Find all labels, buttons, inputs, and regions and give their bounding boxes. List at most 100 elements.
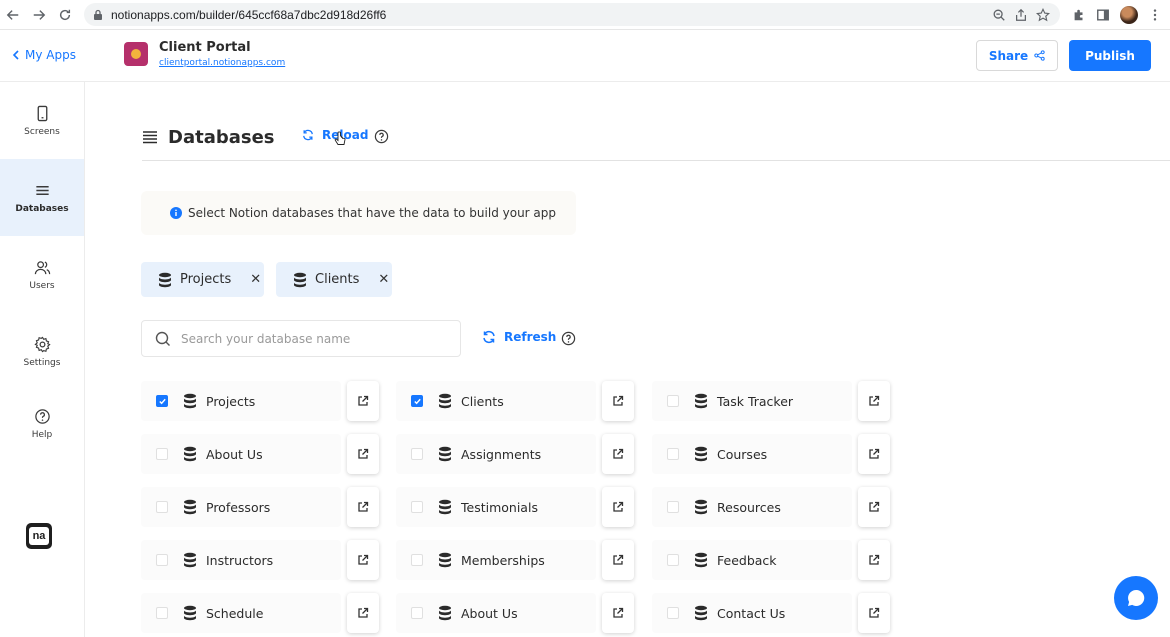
profile-avatar[interactable] — [1120, 6, 1138, 24]
database-item-body[interactable]: Memberships — [396, 540, 596, 580]
database-item[interactable]: About Us — [396, 593, 634, 633]
database-icon — [439, 605, 451, 621]
remove-chip-icon[interactable]: ✕ — [378, 272, 389, 287]
database-checkbox[interactable] — [156, 554, 168, 566]
open-database-button[interactable] — [858, 540, 890, 580]
database-item[interactable]: Testimonials — [396, 487, 634, 527]
page-title: Databases — [168, 126, 275, 148]
sidebar-item-settings[interactable]: Settings — [0, 313, 84, 390]
database-item-body[interactable]: Testimonials — [396, 487, 596, 527]
database-item-body[interactable]: Schedule — [141, 593, 341, 633]
remove-chip-icon[interactable]: ✕ — [250, 272, 261, 287]
sync-icon — [303, 129, 313, 141]
chevron-left-icon — [12, 50, 19, 60]
sidebar-item-databases[interactable]: Databases — [0, 159, 84, 236]
database-item[interactable]: Contact Us — [652, 593, 890, 633]
database-item[interactable]: Clients — [396, 381, 634, 421]
share-page-icon[interactable] — [1014, 8, 1028, 22]
database-item-body[interactable]: Task Tracker — [652, 381, 852, 421]
refresh-button[interactable]: Refresh — [482, 330, 556, 344]
database-checkbox[interactable] — [411, 554, 423, 566]
help-circle-icon[interactable] — [374, 129, 389, 144]
database-checkbox[interactable] — [667, 554, 679, 566]
database-item-body[interactable]: Contact Us — [652, 593, 852, 633]
menu-lines-icon — [143, 131, 157, 144]
open-database-button[interactable] — [347, 593, 379, 633]
database-checkbox[interactable] — [156, 501, 168, 513]
database-item-body[interactable]: Clients — [396, 381, 596, 421]
database-item-body[interactable]: About Us — [396, 593, 596, 633]
database-search-input[interactable] — [181, 331, 441, 346]
open-database-button[interactable] — [347, 381, 379, 421]
database-checkbox[interactable] — [667, 395, 679, 407]
publish-button[interactable]: Publish — [1069, 40, 1151, 71]
database-icon — [695, 446, 707, 462]
database-item-body[interactable]: Instructors — [141, 540, 341, 580]
database-checkbox[interactable] — [156, 395, 168, 407]
open-database-button[interactable] — [602, 540, 634, 580]
app-domain-link[interactable]: clientportal.notionapps.com — [159, 58, 285, 68]
database-item[interactable]: Projects — [141, 381, 379, 421]
database-checkbox[interactable] — [411, 448, 423, 460]
extensions-puzzle-icon[interactable] — [1072, 8, 1086, 22]
sidebar-item-help[interactable]: Help — [0, 385, 84, 462]
open-database-button[interactable] — [347, 487, 379, 527]
database-item[interactable]: Instructors — [141, 540, 379, 580]
database-name: About Us — [206, 446, 263, 462]
database-item-body[interactable]: Resources — [652, 487, 852, 527]
sidebar-item-screens[interactable]: Screens — [0, 82, 84, 159]
database-item[interactable]: Memberships — [396, 540, 634, 580]
open-database-button[interactable] — [858, 487, 890, 527]
open-database-button[interactable] — [602, 434, 634, 474]
bookmark-star-icon[interactable] — [1036, 7, 1050, 22]
open-database-button[interactable] — [347, 540, 379, 580]
open-database-button[interactable] — [858, 434, 890, 474]
database-item[interactable]: Assignments — [396, 434, 634, 474]
database-item-body[interactable]: Assignments — [396, 434, 596, 474]
my-apps-link[interactable]: My Apps — [12, 48, 76, 62]
database-checkbox[interactable] — [156, 607, 168, 619]
database-item-body[interactable]: Projects — [141, 381, 341, 421]
sidebar-item-label: Help — [31, 429, 53, 440]
database-checkbox[interactable] — [667, 607, 679, 619]
open-database-button[interactable] — [858, 381, 890, 421]
app-logo-icon — [124, 42, 148, 66]
open-database-button[interactable] — [602, 381, 634, 421]
database-item[interactable]: Courses — [652, 434, 890, 474]
help-circle-icon[interactable] — [561, 331, 576, 346]
database-item-body[interactable]: Courses — [652, 434, 852, 474]
database-checkbox[interactable] — [411, 607, 423, 619]
database-checkbox[interactable] — [667, 448, 679, 460]
sidebar-item-users[interactable]: Users — [0, 236, 84, 313]
reload-page-icon[interactable] — [52, 2, 78, 28]
database-checkbox[interactable] — [156, 448, 168, 460]
browser-menu-icon[interactable] — [1148, 8, 1162, 22]
address-bar[interactable]: notionapps.com/builder/645ccf68a7dbc2d91… — [84, 3, 1060, 26]
chat-support-button[interactable] — [1114, 576, 1158, 620]
database-item-body[interactable]: Professors — [141, 487, 341, 527]
database-checkbox[interactable] — [411, 501, 423, 513]
database-item[interactable]: Professors — [141, 487, 379, 527]
zoom-icon[interactable] — [992, 8, 1006, 22]
open-database-button[interactable] — [602, 593, 634, 633]
share-button[interactable]: Share — [976, 40, 1058, 71]
side-panel-icon[interactable] — [1096, 8, 1110, 22]
selected-chip-projects: Projects ✕ — [141, 262, 264, 297]
open-database-button[interactable] — [602, 487, 634, 527]
database-item[interactable]: Feedback — [652, 540, 890, 580]
database-checkbox[interactable] — [411, 395, 423, 407]
database-item-body[interactable]: About Us — [141, 434, 341, 474]
open-database-button[interactable] — [347, 434, 379, 474]
database-item[interactable]: Task Tracker — [652, 381, 890, 421]
back-arrow-icon[interactable] — [0, 2, 26, 28]
database-item[interactable]: Schedule — [141, 593, 379, 633]
external-link-icon — [869, 501, 880, 512]
database-item[interactable]: About Us — [141, 434, 379, 474]
external-link-icon — [613, 395, 624, 406]
database-item-body[interactable]: Feedback — [652, 540, 852, 580]
database-name: Professors — [206, 499, 271, 515]
database-item[interactable]: Resources — [652, 487, 890, 527]
database-checkbox[interactable] — [667, 501, 679, 513]
open-database-button[interactable] — [858, 593, 890, 633]
forward-arrow-icon[interactable] — [26, 2, 52, 28]
